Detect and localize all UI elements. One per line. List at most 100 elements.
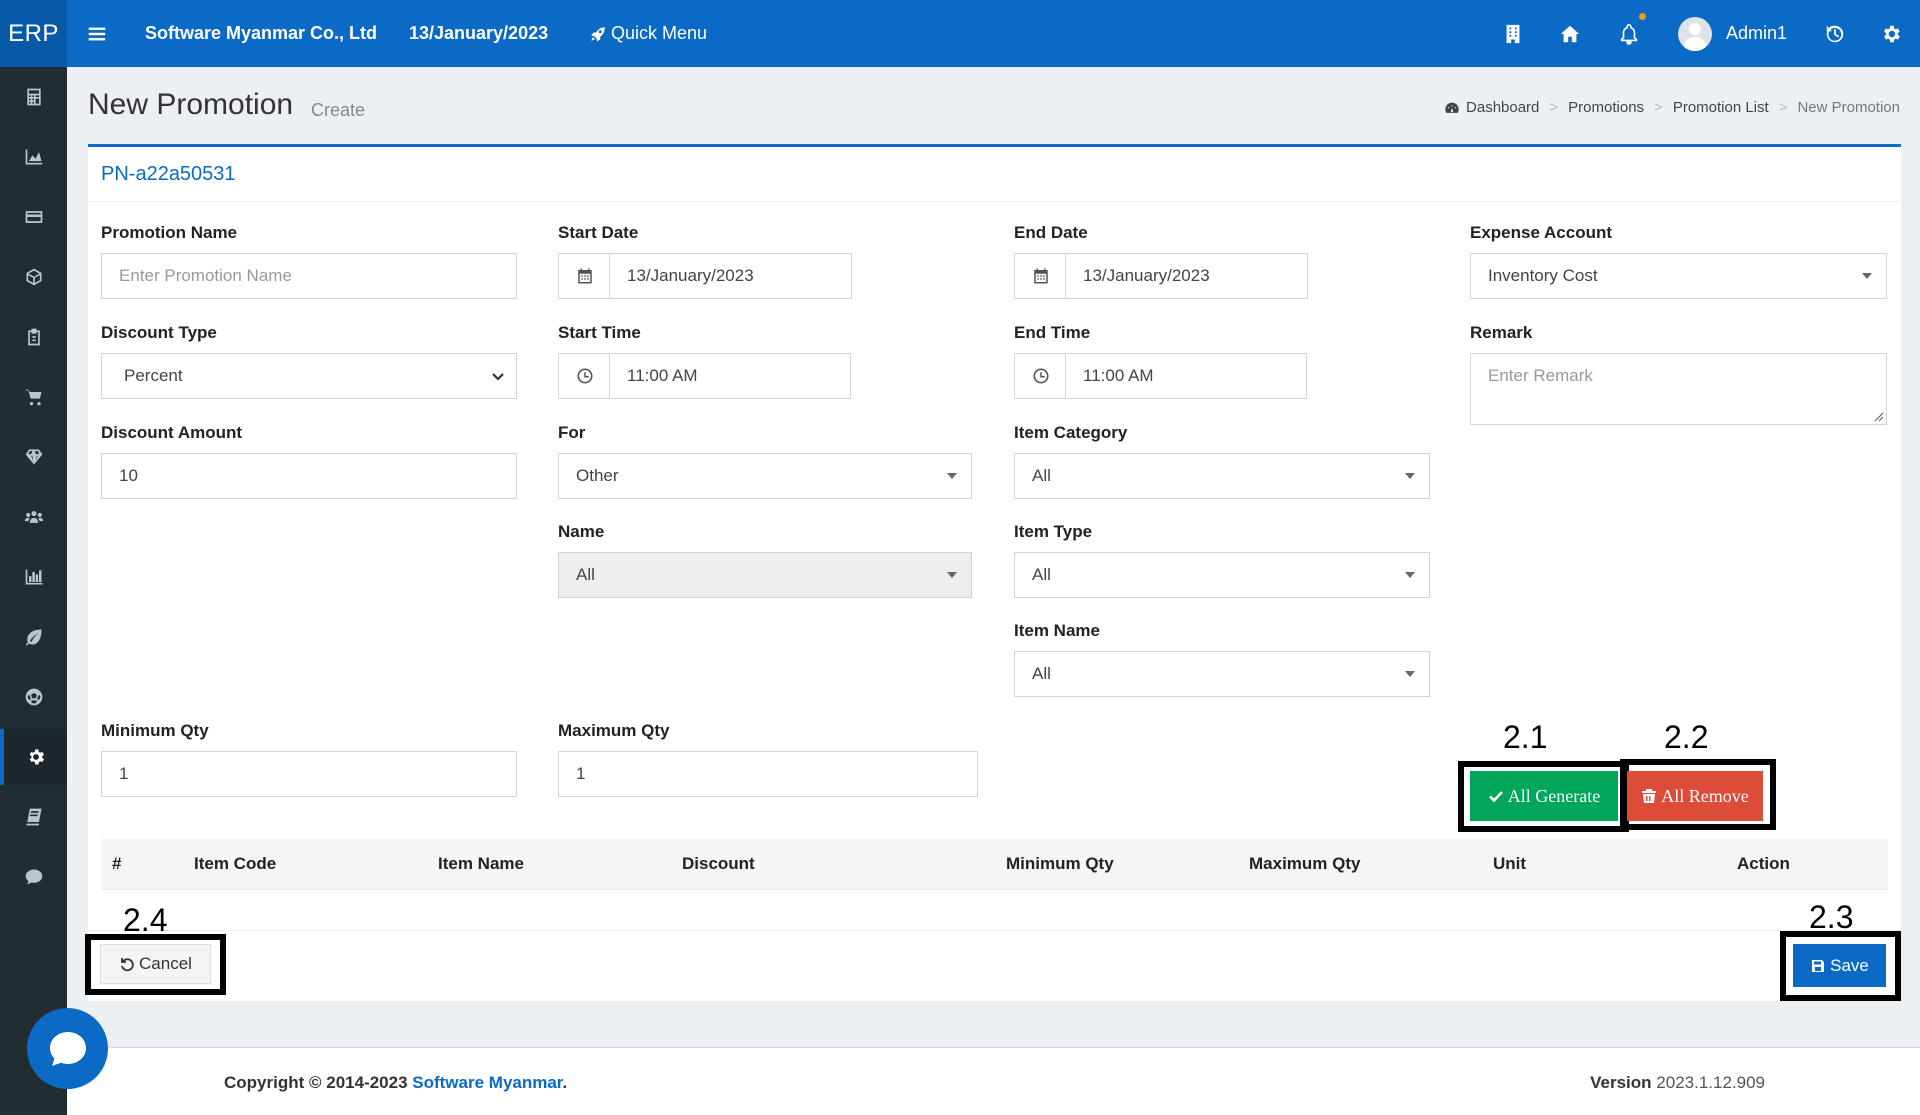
breadcrumb-dashboard[interactable]: Dashboard (1466, 99, 1539, 116)
clock-icon (1033, 368, 1048, 384)
breadcrumb-promotion-list[interactable]: Promotion List (1673, 99, 1769, 116)
cancel-button[interactable]: Cancel (100, 944, 211, 984)
sidebar-item-customers[interactable] (0, 489, 67, 545)
live-chat-button[interactable] (27, 1008, 108, 1089)
promotion-name-input[interactable]: Enter Promotion Name (101, 253, 517, 299)
futbol-icon (25, 688, 42, 706)
items-table-header: # Item Code Item Name Discount Minimum Q… (101, 839, 1888, 889)
start-time-addon[interactable] (558, 353, 610, 399)
page-subtitle: Create (311, 100, 366, 120)
minimum-qty-label: Minimum Qty (101, 721, 209, 740)
building-button[interactable] (1502, 0, 1524, 67)
all-remove-button[interactable]: All Remove (1627, 771, 1763, 821)
column-header-minimum-qty[interactable]: Minimum Qty (1006, 854, 1114, 874)
expense-account-value: Inventory Cost (1488, 266, 1598, 285)
settings-button[interactable] (1880, 0, 1902, 67)
sidebar-item-settings[interactable] (0, 729, 67, 785)
caret-down-icon (1405, 572, 1415, 578)
maximum-qty-input[interactable]: 1 (558, 751, 978, 797)
name-label: Name (558, 522, 605, 541)
end-date-label: End Date (1014, 223, 1088, 242)
column-header-item-code[interactable]: Item Code (194, 854, 276, 874)
page-footer: Copyright © 2014-2023 Software Myanmar. … (67, 1047, 1920, 1115)
promotion-form-card: PN-a22a50531 Promotion Name Enter Promot… (85, 144, 1901, 1001)
cart-icon (25, 389, 41, 406)
table-body-divider (101, 889, 1888, 890)
sidebar-item-sports[interactable] (0, 669, 67, 725)
item-type-select[interactable]: All (1014, 552, 1430, 598)
column-header-item-name[interactable]: Item Name (438, 854, 524, 874)
quick-menu-button[interactable]: Quick Menu (589, 0, 707, 67)
hamburger-icon (88, 27, 106, 40)
minimum-qty-input[interactable]: 1 (101, 751, 517, 797)
discount-amount-input[interactable]: 10 (101, 453, 517, 499)
all-generate-label: All Generate (1507, 785, 1601, 806)
remark-textarea[interactable]: Enter Remark (1470, 353, 1887, 425)
check-icon (1488, 791, 1503, 803)
building-icon (1506, 24, 1520, 43)
breadcrumb-separator: > (1549, 99, 1559, 116)
all-remove-label: All Remove (1661, 785, 1749, 806)
column-header-number: # (112, 854, 122, 873)
current-date: 13/January/2023 (409, 23, 549, 43)
end-date-input[interactable]: 13/January/2023 (1065, 253, 1308, 299)
resize-handle-icon[interactable] (1873, 411, 1884, 422)
column-header-unit[interactable]: Unit (1493, 854, 1526, 874)
app-logo[interactable]: ERP (0, 0, 67, 67)
sidebar-item-manual[interactable] (0, 789, 67, 845)
sidebar-item-messages[interactable] (0, 849, 67, 905)
start-date-label: Start Date (558, 223, 639, 242)
discount-type-select[interactable]: Percent (101, 353, 517, 399)
history-button[interactable] (1824, 0, 1846, 67)
company-name[interactable]: Software Myanmar Co., Ltd (145, 0, 377, 67)
user-menu[interactable]: Admin1 (1678, 0, 1787, 67)
start-date-addon[interactable] (558, 253, 610, 299)
brand-link[interactable]: Software Myanmar (412, 1073, 562, 1092)
area-chart-icon (25, 149, 42, 165)
chat-bubble-icon (49, 1031, 86, 1066)
end-time-addon[interactable] (1014, 353, 1066, 399)
expense-account-select[interactable]: Inventory Cost (1470, 253, 1887, 299)
leaf-icon (25, 629, 41, 646)
notifications-button[interactable] (1618, 0, 1646, 67)
end-date-addon[interactable] (1014, 253, 1066, 299)
annotation-label-generate: 2.1 (1503, 719, 1548, 755)
sidebar-item-sales[interactable] (0, 369, 67, 425)
history-icon (1826, 25, 1844, 42)
sidebar-item-inventory[interactable] (0, 249, 67, 305)
breadcrumb-promotions[interactable]: Promotions (1568, 99, 1644, 116)
for-select[interactable]: Other (558, 453, 972, 499)
book-icon (26, 808, 41, 826)
sidebar-item-membership[interactable] (0, 429, 67, 485)
save-button[interactable]: Save (1793, 944, 1886, 987)
remark-label: Remark (1470, 323, 1533, 342)
start-date-input[interactable]: 13/January/2023 (609, 253, 852, 299)
start-time-input[interactable]: 11:00 AM (609, 353, 851, 399)
undo-icon (121, 958, 134, 972)
sidebar-item-reports[interactable] (0, 129, 67, 185)
end-time-input[interactable]: 11:00 AM (1065, 353, 1307, 399)
column-header-discount[interactable]: Discount (682, 854, 755, 874)
credit-card-icon (25, 211, 42, 223)
sidebar-toggle[interactable] (86, 0, 108, 67)
home-button[interactable] (1559, 0, 1581, 67)
item-name-select[interactable]: All (1014, 651, 1430, 697)
copyright: Copyright © 2014-2023 Software Myanmar. (224, 1073, 567, 1093)
sidebar-item-payments[interactable] (0, 189, 67, 245)
sidebar-item-products[interactable] (0, 609, 67, 665)
sidebar-item-orders[interactable] (0, 309, 67, 365)
column-header-action: Action (1737, 854, 1790, 873)
item-category-select[interactable]: All (1014, 453, 1430, 499)
all-generate-button[interactable]: All Generate (1470, 771, 1618, 821)
item-type-label: Item Type (1014, 522, 1093, 541)
users-icon (24, 511, 43, 523)
calculator-icon (26, 88, 41, 106)
for-value: Other (576, 466, 619, 485)
card-header: PN-a22a50531 (88, 147, 1901, 202)
item-type-value: All (1032, 565, 1051, 584)
column-header-maximum-qty[interactable]: Maximum Qty (1249, 854, 1360, 874)
caret-down-icon (947, 473, 957, 479)
sidebar-item-analytics[interactable] (0, 549, 67, 605)
breadcrumb-separator: > (1778, 99, 1788, 116)
sidebar-item-calculator[interactable] (0, 69, 67, 125)
